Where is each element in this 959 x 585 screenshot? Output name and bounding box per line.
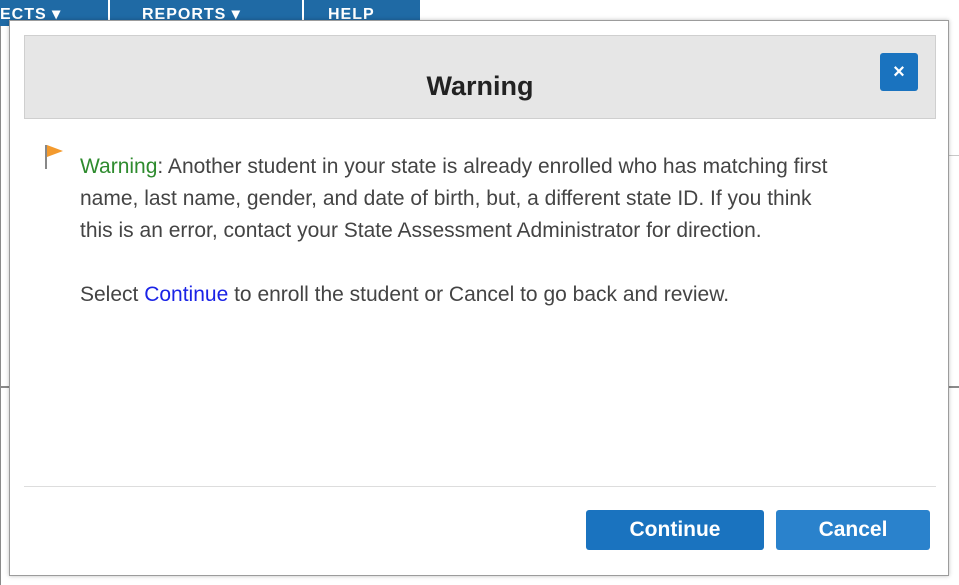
continue-link[interactable]: Continue [144, 283, 228, 306]
flag-icon [45, 145, 63, 169]
background-line [948, 155, 959, 156]
warning-text: : Another student in your state is alrea… [80, 155, 828, 242]
instruction-suffix: to enroll the student or Cancel to go ba… [228, 283, 730, 306]
background-line [948, 386, 959, 388]
warning-message: Warning: Another student in your state i… [80, 151, 850, 311]
instruction-prefix: Select [80, 283, 145, 306]
dialog-title: Warning [426, 71, 534, 101]
warning-dialog: Warning × Warning: Another student in yo… [9, 20, 949, 576]
warning-label: Warning [80, 155, 158, 178]
continue-button[interactable]: Continue [586, 510, 764, 550]
background-border [0, 26, 1, 585]
close-icon: × [893, 61, 905, 83]
instruction-paragraph: Select Continue to enroll the student or… [80, 279, 850, 311]
dialog-header: Warning [24, 35, 936, 119]
footer-divider [24, 486, 936, 487]
cancel-button[interactable]: Cancel [776, 510, 930, 550]
close-button[interactable]: × [880, 53, 918, 91]
warning-paragraph: Warning: Another student in your state i… [80, 151, 850, 247]
